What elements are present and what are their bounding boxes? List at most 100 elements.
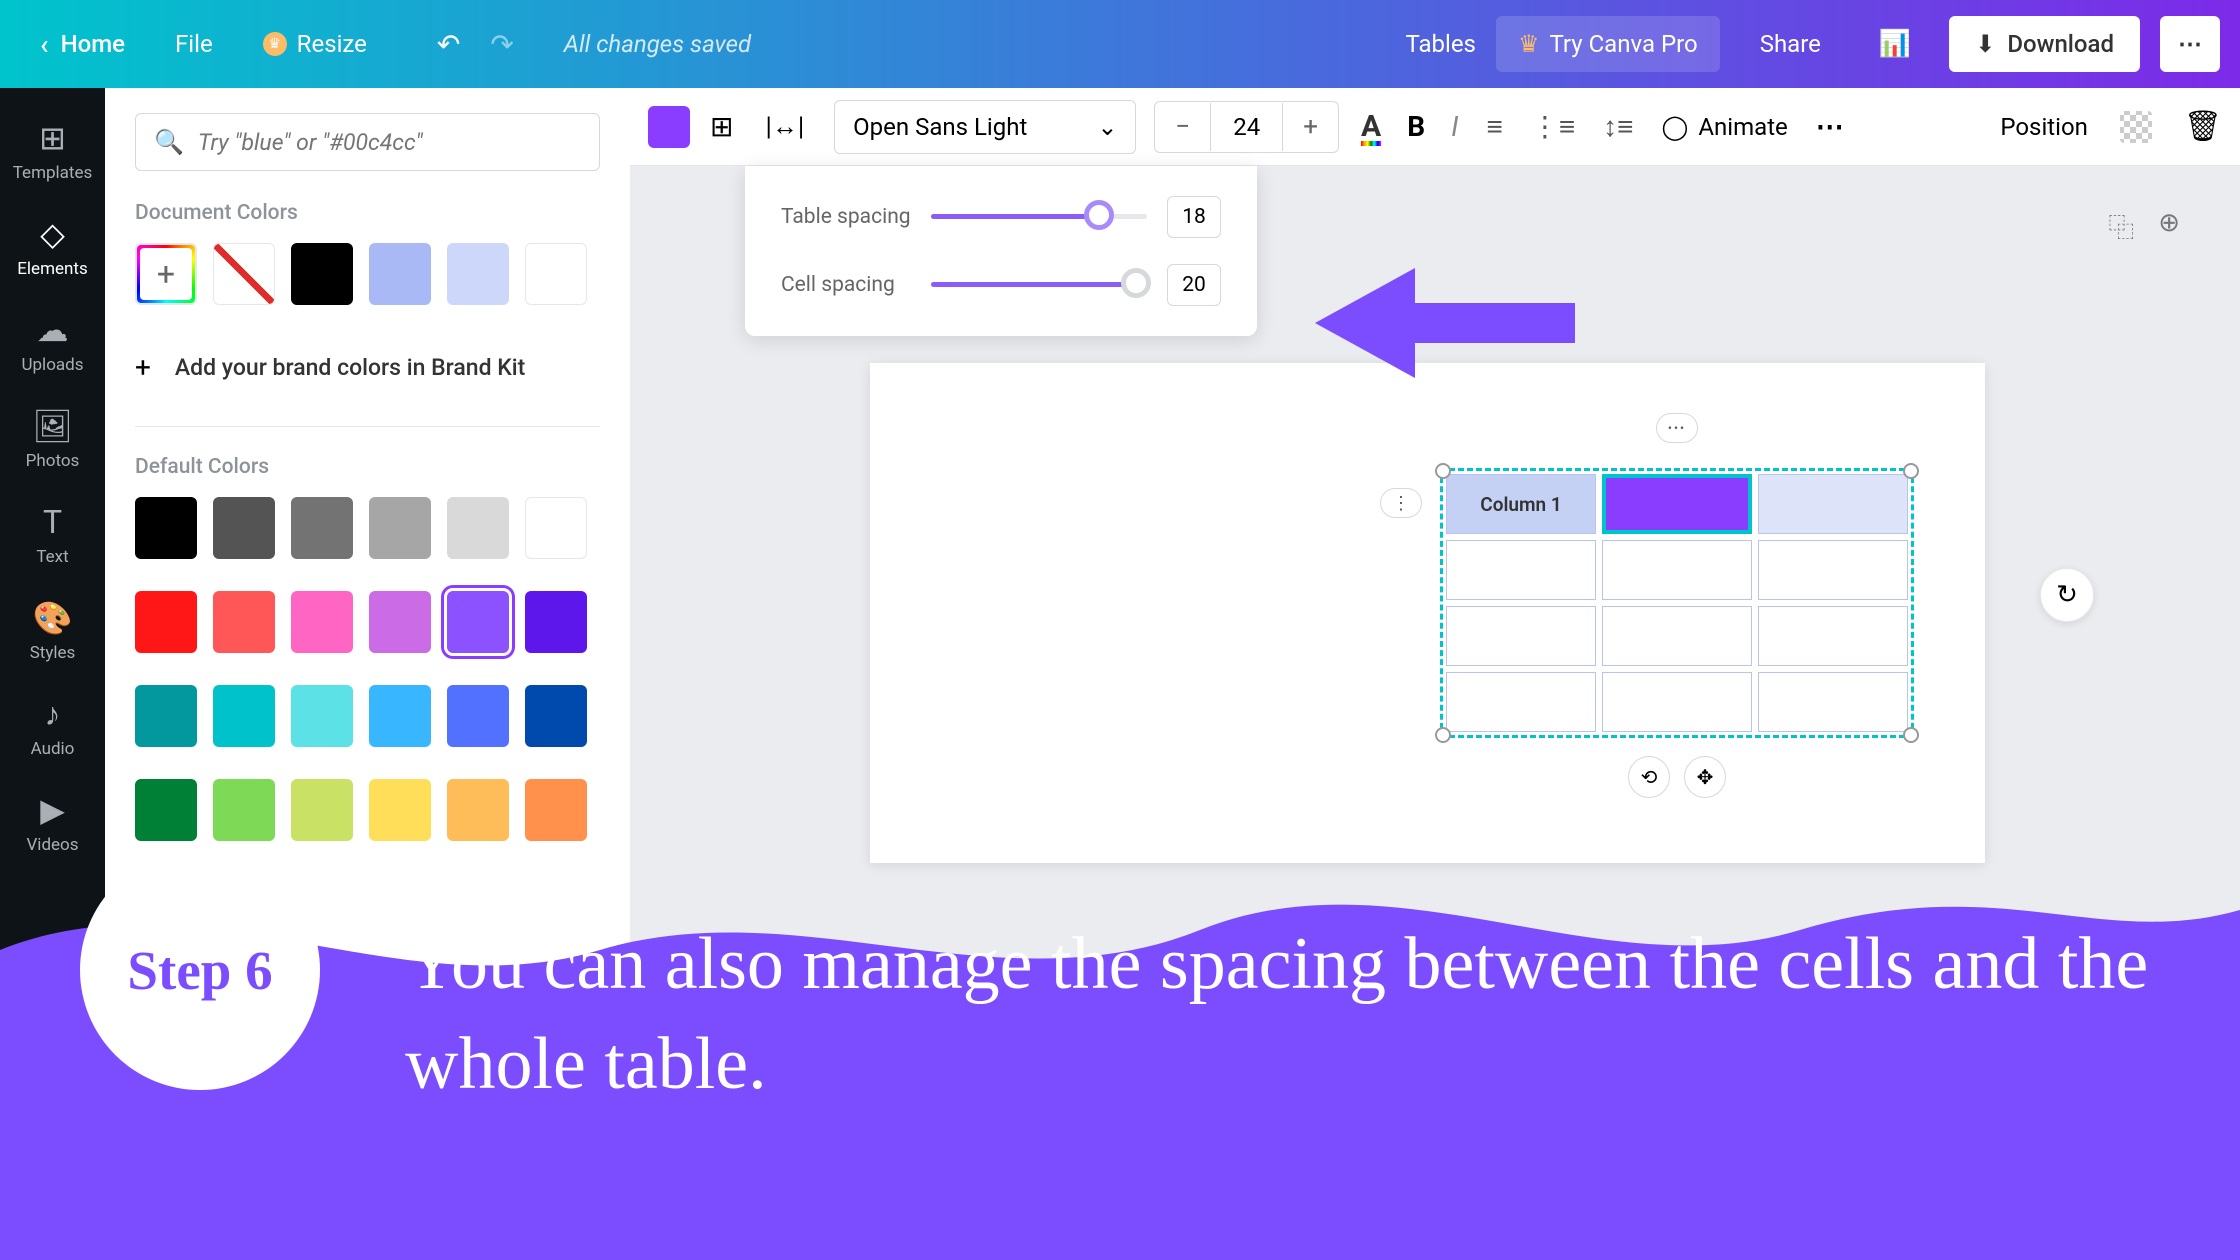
add-color-button[interactable]: + bbox=[135, 243, 197, 305]
nav-audio[interactable]: ♪ Audio bbox=[0, 679, 105, 775]
color-swatch[interactable] bbox=[291, 685, 353, 747]
resize-handle[interactable] bbox=[1903, 463, 1919, 479]
nav-photos[interactable]: 🖼 Photos bbox=[0, 391, 105, 487]
duplicate-page-button[interactable]: ⿻ bbox=[2108, 208, 2134, 245]
more-tools-button[interactable]: ⋯ bbox=[1816, 110, 1844, 143]
color-swatch[interactable] bbox=[135, 497, 197, 559]
color-swatch[interactable] bbox=[525, 497, 587, 559]
move-button[interactable]: ✥ bbox=[1684, 756, 1726, 798]
nav-elements[interactable]: ◇ Elements bbox=[0, 199, 105, 295]
table-header-cell[interactable] bbox=[1758, 474, 1908, 534]
color-swatch[interactable] bbox=[525, 243, 587, 305]
slider-thumb[interactable] bbox=[1121, 268, 1151, 298]
tables-link[interactable]: Tables bbox=[1405, 30, 1475, 58]
color-swatch[interactable] bbox=[291, 497, 353, 559]
table-cell[interactable] bbox=[1446, 672, 1596, 732]
resize-label: Resize bbox=[297, 30, 367, 58]
refresh-button[interactable]: ↻ bbox=[2040, 568, 2094, 622]
color-swatch[interactable] bbox=[369, 591, 431, 653]
bold-button[interactable]: B bbox=[1407, 110, 1425, 143]
nav-styles[interactable]: 🎨 Styles bbox=[0, 583, 105, 679]
color-search[interactable]: 🔍 bbox=[135, 113, 600, 171]
nav-templates[interactable]: ⊞ Templates bbox=[0, 103, 105, 199]
text-color-button[interactable]: A bbox=[1361, 109, 1381, 144]
table-cell[interactable] bbox=[1602, 540, 1752, 600]
sync-button[interactable]: ⟲ bbox=[1628, 756, 1670, 798]
color-swatch[interactable] bbox=[525, 591, 587, 653]
fill-color-button[interactable] bbox=[648, 106, 690, 148]
tutorial-overlay: Step 6 You can also manage the spacing b… bbox=[0, 830, 2240, 1260]
step-badge: Step 6 bbox=[80, 850, 320, 1090]
table-cell[interactable] bbox=[1758, 540, 1908, 600]
color-swatch[interactable] bbox=[447, 497, 509, 559]
insights-button[interactable]: 📊 bbox=[1861, 15, 1929, 73]
table-cell[interactable] bbox=[1602, 606, 1752, 666]
nav-text[interactable]: T Text bbox=[0, 487, 105, 583]
no-color-swatch[interactable] bbox=[213, 243, 275, 305]
brand-kit-button[interactable]: + Add your brand colors in Brand Kit bbox=[135, 337, 600, 398]
color-swatch[interactable] bbox=[291, 591, 353, 653]
list-button[interactable]: ⋮≡ bbox=[1531, 110, 1575, 143]
animate-button[interactable]: ◯ Animate bbox=[1662, 113, 1788, 141]
decrease-size-button[interactable]: − bbox=[1155, 102, 1210, 152]
share-button[interactable]: Share bbox=[1740, 16, 1841, 72]
italic-button[interactable]: I bbox=[1451, 110, 1458, 143]
table-spacing-slider[interactable] bbox=[931, 213, 1147, 221]
color-swatch[interactable] bbox=[135, 685, 197, 747]
table-cell[interactable] bbox=[1758, 672, 1908, 732]
delete-button[interactable]: 🗑 bbox=[2184, 109, 2222, 144]
canvas-page[interactable]: ••• ⋮ Column 1 bbox=[870, 363, 1985, 863]
color-swatch[interactable] bbox=[447, 243, 509, 305]
spacing-button[interactable]: |↔| bbox=[753, 101, 816, 152]
font-select[interactable]: Open Sans Light ⌄ bbox=[834, 100, 1136, 154]
slider-thumb[interactable] bbox=[1084, 200, 1114, 230]
resize-handle[interactable] bbox=[1903, 727, 1919, 743]
position-button[interactable]: Position bbox=[2000, 113, 2088, 141]
color-swatch[interactable] bbox=[447, 685, 509, 747]
resize-handle[interactable] bbox=[1435, 727, 1451, 743]
table-cell[interactable] bbox=[1602, 672, 1752, 732]
nav-uploads[interactable]: ☁ Uploads bbox=[0, 295, 105, 391]
color-swatch[interactable] bbox=[135, 591, 197, 653]
transparency-button[interactable] bbox=[2120, 111, 2152, 143]
divider bbox=[135, 426, 600, 427]
table-cell[interactable] bbox=[1446, 606, 1596, 666]
border-button[interactable]: ⊞ bbox=[698, 100, 745, 153]
home-button[interactable]: ‹ Home bbox=[20, 18, 145, 71]
color-swatch[interactable] bbox=[213, 591, 275, 653]
table-spacing-input[interactable] bbox=[1167, 196, 1221, 238]
row-menu-button[interactable]: ⋮ bbox=[1380, 488, 1422, 518]
table-element[interactable]: ••• ⋮ Column 1 bbox=[1440, 468, 1914, 738]
color-swatch[interactable] bbox=[369, 685, 431, 747]
align-button[interactable]: ≡ bbox=[1486, 110, 1502, 143]
file-button[interactable]: File bbox=[155, 20, 233, 68]
cell-spacing-slider[interactable] bbox=[931, 281, 1147, 289]
table-cell[interactable] bbox=[1446, 540, 1596, 600]
line-spacing-button[interactable]: ↕≡ bbox=[1603, 110, 1633, 143]
table-header-cell[interactable]: Column 1 bbox=[1446, 474, 1596, 534]
table-menu-button[interactable]: ••• bbox=[1656, 413, 1698, 443]
increase-size-button[interactable]: + bbox=[1283, 102, 1338, 152]
color-swatch[interactable] bbox=[369, 243, 431, 305]
add-page-button[interactable]: ⊕ bbox=[2158, 208, 2180, 245]
photos-icon: 🖼 bbox=[32, 407, 73, 445]
color-search-input[interactable] bbox=[198, 129, 581, 156]
download-button[interactable]: ⬇ Download bbox=[1949, 16, 2140, 72]
table-header-cell-selected[interactable] bbox=[1602, 474, 1752, 534]
undo-button[interactable]: ↶ bbox=[437, 28, 460, 61]
color-swatch[interactable] bbox=[447, 591, 509, 653]
more-menu-button[interactable]: ⋯ bbox=[2160, 16, 2220, 72]
color-swatch[interactable] bbox=[525, 685, 587, 747]
resize-button[interactable]: ♛ Resize bbox=[243, 20, 387, 68]
font-size-value[interactable]: 24 bbox=[1210, 103, 1283, 151]
table-cell[interactable] bbox=[1758, 606, 1908, 666]
redo-button[interactable]: ↷ bbox=[490, 28, 513, 61]
slider-fill bbox=[931, 214, 1099, 219]
color-swatch[interactable] bbox=[291, 243, 353, 305]
color-swatch[interactable] bbox=[213, 497, 275, 559]
color-swatch[interactable] bbox=[213, 685, 275, 747]
color-swatch[interactable] bbox=[369, 497, 431, 559]
resize-handle[interactable] bbox=[1435, 463, 1451, 479]
try-pro-button[interactable]: ♛ Try Canva Pro bbox=[1496, 16, 1720, 72]
cell-spacing-input[interactable] bbox=[1167, 264, 1221, 306]
